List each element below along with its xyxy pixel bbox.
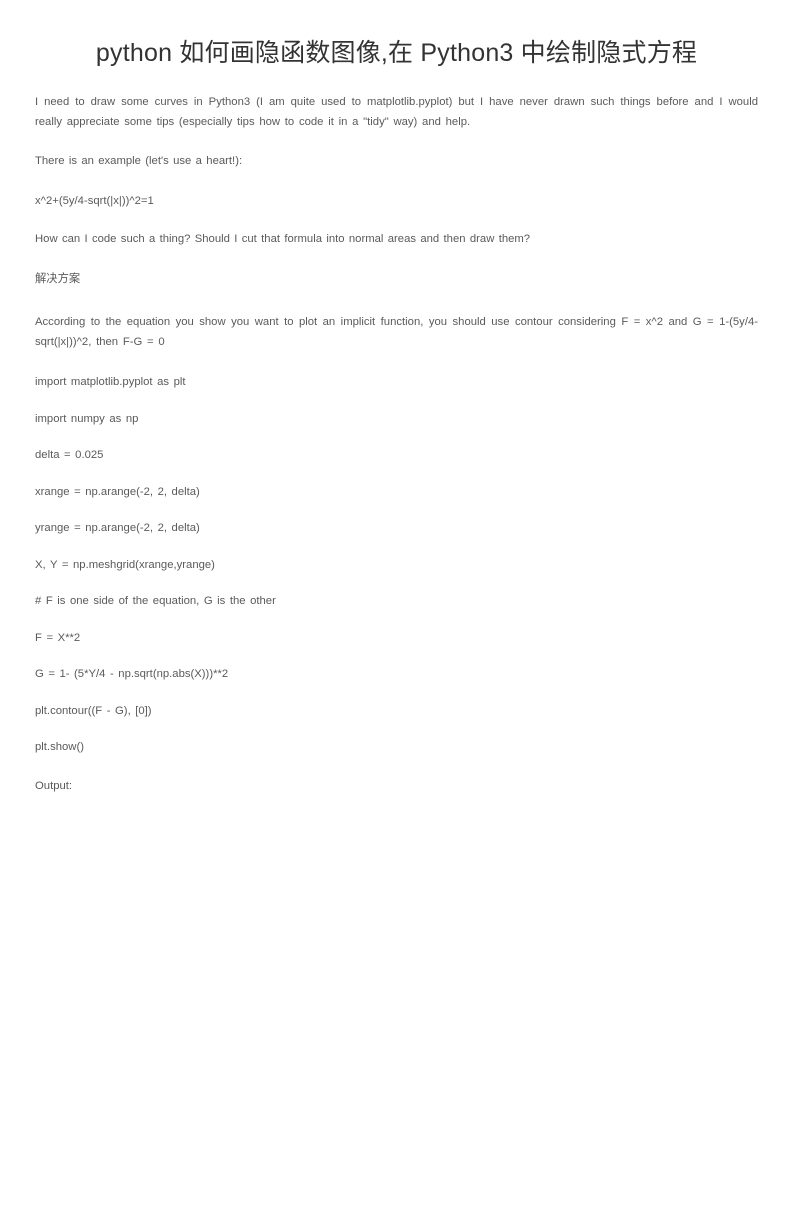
code-line: X, Y = np.meshgrid(xrange,yrange) bbox=[35, 558, 215, 571]
code-line: delta = 0.025 bbox=[35, 449, 104, 462]
document-page: python 如何画隐函数图像,在 Python3 中绘制隐式方程 I need… bbox=[0, 0, 793, 1122]
code-line: G = 1- (5*Y/4 - np.sqrt(np.abs(X)))**2 bbox=[35, 668, 229, 681]
intro-paragraph: I need to draw some curves in Python3 (I… bbox=[35, 96, 758, 128]
example-intro-text: There is an example (let's use a heart!)… bbox=[35, 155, 243, 168]
output-label: Output: bbox=[35, 779, 73, 792]
code-line: F = X**2 bbox=[35, 631, 81, 644]
code-comment-line: # F is one side of the equation, G is th… bbox=[35, 595, 276, 608]
code-line: import numpy as np bbox=[35, 412, 139, 425]
empty-page-area bbox=[35, 795, 758, 1225]
solution-paragraph: According to the equation you show you w… bbox=[35, 316, 758, 348]
heart-equation: x^2+(5y/4-sqrt(|x|))^2=1 bbox=[35, 194, 154, 207]
code-line: plt.show() bbox=[35, 741, 84, 754]
code-line: yrange = np.arange(-2, 2, delta) bbox=[35, 522, 200, 535]
code-line: import matplotlib.pyplot as plt bbox=[35, 376, 186, 389]
code-block: import matplotlib.pyplot as plt import n… bbox=[35, 374, 758, 757]
page-title: python 如何画隐函数图像,在 Python3 中绘制隐式方程 bbox=[95, 39, 698, 67]
question-paragraph: How can I code such a thing? Should I cu… bbox=[35, 232, 531, 245]
code-line: plt.contour((F - G), [0]) bbox=[35, 704, 152, 717]
code-line: xrange = np.arange(-2, 2, delta) bbox=[35, 485, 200, 498]
document-content: python 如何画隐函数图像,在 Python3 中绘制隐式方程 I need… bbox=[0, 0, 793, 1225]
solution-heading: 解决方案 bbox=[35, 273, 81, 285]
